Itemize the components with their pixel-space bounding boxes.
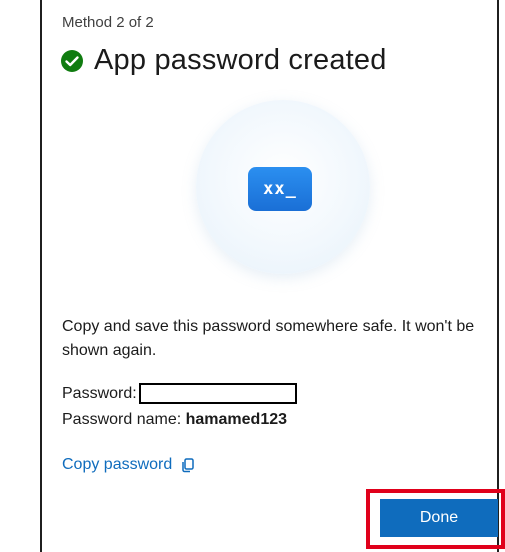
instructions-text: Copy and save this password somewhere sa…	[62, 318, 475, 359]
hero-illustration: xx_	[196, 100, 370, 274]
password-name-row: Password name: hamamed123	[62, 411, 287, 429]
password-name-label: Password name:	[62, 411, 182, 428]
copy-password-label: Copy password	[62, 456, 173, 473]
password-value[interactable]	[138, 383, 297, 404]
password-label: Password:	[62, 384, 137, 402]
panel-right-border	[497, 0, 499, 552]
step-indicator: Method 2 of 2	[62, 14, 154, 31]
title-row: App password created	[60, 44, 387, 77]
copy-password-link[interactable]: Copy password	[62, 456, 196, 474]
password-row: Password:	[62, 383, 297, 404]
copy-icon	[182, 458, 195, 473]
page-title: App password created	[94, 44, 387, 76]
password-key-icon: xx_	[248, 167, 312, 211]
checkmark-circle-icon	[61, 49, 83, 72]
done-button[interactable]: Done	[380, 499, 498, 537]
password-name-value: hamamed123	[185, 411, 288, 428]
